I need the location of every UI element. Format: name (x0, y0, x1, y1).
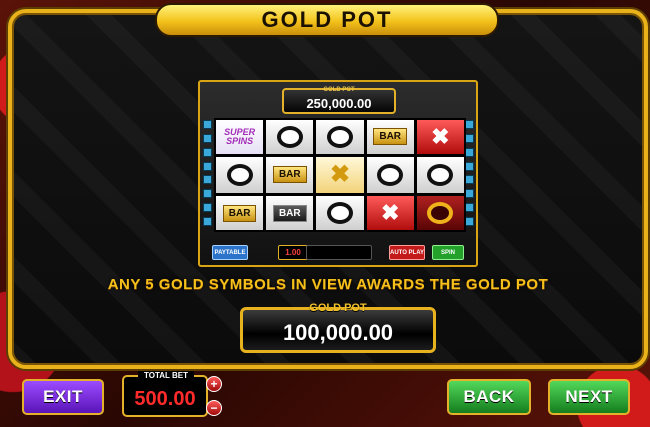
reel-symbol-redo (416, 196, 464, 230)
reel-symbol-goldbar: BAR (216, 196, 264, 230)
reel-symbol-o (266, 120, 314, 154)
exit-button[interactable]: EXIT (22, 379, 104, 415)
decrease-bet-button[interactable]: − (206, 400, 222, 416)
page-title: GOLD POT (155, 3, 499, 37)
payline-markers-right (465, 118, 474, 228)
reel-symbol-redx: ✖ (416, 120, 464, 154)
preview-paytable-button: PAYTABLE (212, 245, 248, 260)
reel-symbol-redx: ✖ (366, 196, 414, 230)
increase-bet-button[interactable]: + (206, 376, 222, 392)
preview-jackpot-display: GOLD POT 250,000.00 (282, 87, 396, 114)
total-bet-display: TOTAL BET 500.00 (122, 371, 208, 417)
bottom-bar: EXIT TOTAL BET 500.00 + − BACK NEXT (0, 367, 650, 427)
reel-symbol-goldx: ✖ (316, 156, 364, 194)
payline-markers-left (203, 118, 212, 228)
gold-pot-label: GOLD POT (309, 302, 367, 314)
back-button[interactable]: BACK (447, 379, 531, 415)
reel-symbol-o (366, 156, 414, 194)
reel-grid: SUPER SPINS BAR ✖ BAR ✖ BAR BAR ✖ (214, 118, 466, 232)
reel-symbol-bar: BAR (266, 196, 314, 230)
preview-win-display (306, 245, 372, 260)
preview-jackpot-value: 250,000.00 (306, 96, 372, 111)
gold-pot-display: GOLD POT 100,000.00 (240, 302, 436, 353)
bet-stepper: + − (206, 376, 222, 424)
reel-symbol-goldbar: BAR (266, 156, 314, 194)
reel-symbol-o (416, 156, 464, 194)
preview-spin-button: SPIN (432, 245, 464, 260)
reel-symbol-o (316, 120, 364, 154)
total-bet-value: 500.00 (134, 388, 196, 410)
preview-autoplay-button: AUTO PLAY (389, 245, 425, 260)
preview-jackpot-label: GOLD POT (323, 87, 355, 93)
info-panel: GOLD POT 250,000.00 SUPER SPINS BAR ✖ BAR ✖ B… (8, 9, 648, 369)
machine-preview: GOLD POT 250,000.00 SUPER SPINS BAR ✖ BAR ✖ B… (198, 80, 478, 267)
reel-symbol-o (316, 196, 364, 230)
rule-description: ANY 5 GOLD SYMBOLS IN VIEW AWARDS THE GO… (107, 276, 549, 293)
reel-symbol-o (216, 156, 264, 194)
total-bet-label: TOTAL BET (138, 371, 194, 381)
gold-pot-value: 100,000.00 (282, 320, 394, 345)
reel-symbol-super: SUPER SPINS (216, 120, 264, 154)
reel-symbol-goldbar: BAR (366, 120, 414, 154)
preview-bet-display: 1.00 (278, 245, 308, 260)
next-button[interactable]: NEXT (548, 379, 630, 415)
